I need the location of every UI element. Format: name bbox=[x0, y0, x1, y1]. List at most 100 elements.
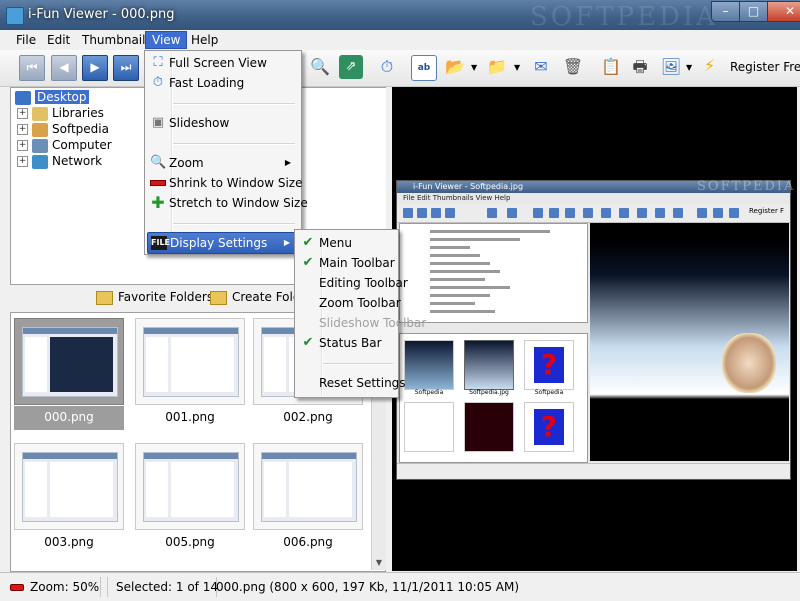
zoom-icon[interactable]: 🔍 bbox=[308, 55, 332, 79]
menu-separator bbox=[173, 143, 295, 145]
menu-help[interactable]: Help bbox=[185, 32, 224, 48]
menu-view[interactable]: View bbox=[145, 31, 188, 49]
menu-display-settings[interactable]: FILE Display Settings ▶ bbox=[147, 232, 297, 254]
folder-sync-dropdown-icon[interactable]: ▼ bbox=[514, 63, 520, 72]
stretch-icon: ✚ bbox=[151, 193, 165, 212]
inner-toolbar: Register F bbox=[397, 204, 790, 223]
thumbnail-item[interactable]: 003.png bbox=[14, 443, 124, 556]
menu-toggle-main-toolbar[interactable]: ✔ Main Toolbar bbox=[297, 253, 395, 273]
menu-file[interactable]: File bbox=[10, 32, 42, 48]
minimize-button[interactable]: – bbox=[711, 1, 740, 22]
thumbnail-frame bbox=[14, 443, 124, 530]
tools-icon[interactable]: 🖼 bbox=[659, 55, 683, 79]
previous-image-button[interactable]: ◀ bbox=[51, 55, 77, 81]
menu-toggle-zoom-toolbar[interactable]: Zoom Toolbar bbox=[297, 293, 401, 313]
properties-icon[interactable]: 📋 bbox=[599, 55, 623, 79]
settings-file-icon: FILE bbox=[151, 236, 170, 250]
folder-sync-icon[interactable]: 📁 bbox=[485, 55, 509, 79]
tree-item-label: Softpedia bbox=[52, 122, 109, 136]
tree-item-label: Libraries bbox=[52, 106, 104, 120]
title-bar[interactable]: i-Fun Viewer - 000.png SOFTPEDIA – □ ✕ bbox=[0, 0, 800, 32]
favorite-folders-button[interactable]: Favorite Folders bbox=[96, 290, 213, 305]
expand-icon[interactable]: + bbox=[17, 140, 28, 151]
expand-icon[interactable]: + bbox=[17, 124, 28, 135]
maximize-button[interactable]: □ bbox=[739, 1, 768, 22]
favorite-folders-label: Favorite Folders bbox=[118, 290, 214, 304]
menu-zoom[interactable]: 🔍 Zoom ▶ bbox=[147, 153, 297, 173]
expand-icon[interactable]: + bbox=[17, 108, 28, 119]
tree-item-libraries[interactable]: + Libraries bbox=[17, 106, 104, 122]
inner-image bbox=[590, 223, 789, 461]
computer-icon bbox=[32, 138, 48, 153]
menu-edit[interactable]: Edit bbox=[41, 32, 76, 48]
shrink-icon bbox=[150, 175, 166, 191]
thumbnail-item[interactable]: 006.png bbox=[253, 443, 363, 556]
submenu-arrow-icon: ▶ bbox=[283, 238, 290, 247]
tree-item-label: Computer bbox=[52, 138, 112, 152]
zoom-icon: 🔍 bbox=[150, 155, 167, 170]
scroll-down-icon[interactable]: ▼ bbox=[373, 556, 385, 570]
tree-item-computer[interactable]: + Computer bbox=[17, 138, 112, 154]
submenu-arrow-icon: ▶ bbox=[284, 158, 291, 167]
menu-fast-loading[interactable]: ⏱ Fast Loading bbox=[147, 73, 297, 93]
inner-menu: File Edit Thumbnails View Help bbox=[403, 194, 511, 202]
thumbnail-item[interactable]: 001.png bbox=[135, 318, 245, 431]
thumbnail-caption: 006.png bbox=[283, 535, 333, 549]
menu-stretch-to-window[interactable]: ✚ Stretch to Window Size bbox=[147, 193, 307, 213]
close-button[interactable]: ✕ bbox=[767, 1, 800, 22]
menu-toggle-status-bar[interactable]: ✔ Status Bar bbox=[297, 333, 395, 353]
tools-dropdown-icon[interactable]: ▼ bbox=[686, 63, 692, 72]
fullscreen-icon: ⛶ bbox=[153, 55, 163, 70]
menu-shrink-to-window[interactable]: Shrink to Window Size bbox=[147, 173, 302, 193]
menu-toggle-editing-toolbar[interactable]: Editing Toolbar bbox=[297, 273, 408, 293]
zoom-out-icon[interactable] bbox=[10, 584, 24, 591]
email-icon[interactable]: ✉ bbox=[529, 55, 553, 79]
stopwatch-icon[interactable]: ⏱ bbox=[375, 55, 399, 79]
libraries-icon bbox=[32, 106, 48, 121]
tree-item-desktop[interactable]: Desktop bbox=[15, 90, 89, 106]
menu-separator bbox=[323, 363, 393, 365]
star-folder-icon bbox=[96, 290, 113, 305]
slideshow-icon: ▣ bbox=[151, 115, 165, 130]
thumbnail-caption: 003.png bbox=[44, 535, 94, 549]
menu-slideshow[interactable]: ▣ Slideshow bbox=[147, 113, 297, 133]
desktop-icon bbox=[15, 90, 31, 105]
menu-separator bbox=[173, 103, 295, 105]
menu-reset-settings[interactable]: Reset Settings bbox=[297, 373, 406, 393]
thumbnail-item[interactable]: 000.png bbox=[14, 318, 124, 431]
thumbnail-frame bbox=[14, 318, 124, 405]
menu-full-screen-view[interactable]: ⛶ Full Screen View bbox=[147, 53, 297, 73]
folder-export-icon[interactable]: 📂 bbox=[443, 55, 467, 79]
display-settings-submenu: ✔ Menu ✔ Main Toolbar Editing Toolbar Zoom… bbox=[294, 229, 427, 398]
next-image-button[interactable]: ▶ bbox=[82, 55, 108, 81]
tree-item-label: Network bbox=[52, 154, 103, 168]
menu-separator bbox=[173, 223, 295, 225]
thumbnail-caption: 001.png bbox=[165, 410, 215, 424]
printer-icon[interactable]: 🖶 bbox=[628, 55, 652, 79]
thumbnail-caption: 000.png bbox=[14, 406, 124, 430]
register-label: Register Free bbox=[730, 60, 800, 74]
expand-icon[interactable]: + bbox=[17, 156, 28, 167]
menu-toggle-slideshow-toolbar: Slideshow Toolbar bbox=[319, 316, 427, 330]
inner-watermark: SOFTPEDIA bbox=[697, 179, 796, 194]
selection-count: Selected: 1 of 14 bbox=[107, 577, 218, 597]
trash-icon[interactable]: 🗑 bbox=[561, 55, 585, 79]
folder-export-dropdown-icon[interactable]: ▼ bbox=[471, 63, 477, 72]
last-image-button[interactable]: ⏭ bbox=[113, 55, 139, 81]
menu-toggle-menu[interactable]: ✔ Menu bbox=[297, 233, 395, 253]
inner-statusbar bbox=[397, 463, 790, 478]
first-image-button[interactable]: ⏮ bbox=[19, 55, 45, 81]
watermark: SOFTPEDIA bbox=[530, 2, 718, 32]
app-window: i-Fun Viewer - 000.png SOFTPEDIA – □ ✕ F… bbox=[0, 0, 800, 601]
text-edit-icon[interactable]: ab bbox=[411, 55, 437, 81]
status-bar: Zoom: 50% Selected: 1 of 14 000.png (800… bbox=[0, 572, 800, 601]
thumbnail-caption: 005.png bbox=[165, 535, 215, 549]
fit-window-icon[interactable]: ⇗ bbox=[339, 55, 363, 79]
tree-item-softpedia[interactable]: + Softpedia bbox=[17, 122, 109, 138]
view-menu: ⛶ Full Screen View ⏱ Fast Loading ▣ Slidesh… bbox=[144, 50, 308, 255]
file-info: 000.png (800 x 600, 197 Kb, 11/1/2011 10… bbox=[216, 580, 520, 594]
tree-item-network[interactable]: + Network bbox=[17, 154, 102, 170]
thumbnail-item[interactable]: 005.png bbox=[135, 443, 245, 556]
bolt-icon: ⚡ bbox=[704, 56, 716, 75]
tree-item-label: Desktop bbox=[35, 90, 89, 104]
